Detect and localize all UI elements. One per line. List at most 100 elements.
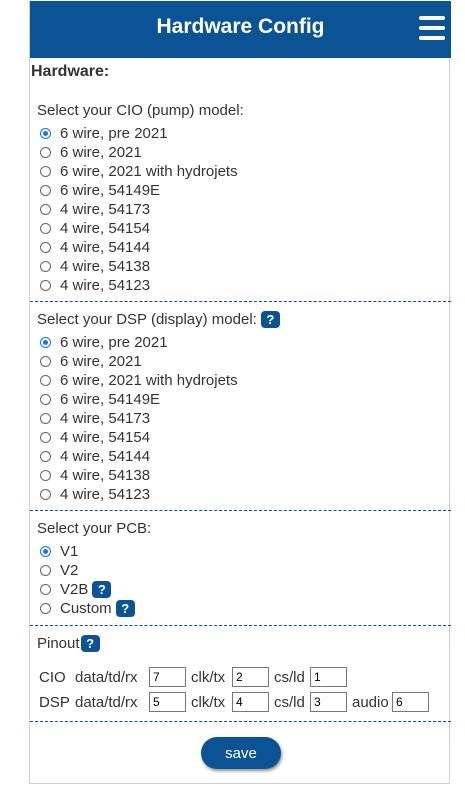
dsp-audio-pin-input[interactable]: [392, 692, 429, 712]
pcb-option-label: V2: [60, 561, 79, 579]
cio-option-label: 4 wire, 54154: [60, 219, 151, 237]
cio-option[interactable]: 4 wire, 54154: [40, 219, 150, 237]
cio-option[interactable]: 6 wire, 2021 with hydrojets: [40, 162, 238, 180]
radio-button[interactable]: [40, 564, 51, 576]
dsp-option[interactable]: 6 wire, 2021 with hydrojets: [40, 371, 238, 389]
dsp-clk-pin-input[interactable]: [232, 692, 269, 712]
cio-option-label: 6 wire, 2021 with hydrojets: [60, 162, 238, 180]
cio-option[interactable]: 4 wire, 54138: [40, 257, 150, 275]
dsp-option-label: 4 wire, 54154: [60, 428, 151, 446]
pcb-option-help-icon[interactable]: ?: [92, 580, 112, 598]
radio-button[interactable]: [40, 203, 51, 215]
cio-option[interactable]: 6 wire, pre 2021: [40, 124, 168, 142]
dsp-pinout-name: DSP: [39, 694, 70, 711]
dsp-option[interactable]: 6 wire, 54149E: [40, 390, 160, 408]
dsp-option[interactable]: 4 wire, 54138: [40, 466, 150, 484]
cio-option-label: 4 wire, 54123: [60, 276, 151, 294]
dsp-option-label: 6 wire, pre 2021: [60, 333, 168, 351]
page-title: Hardware Config: [156, 15, 325, 38]
cio-option-label: 6 wire, 54149E: [60, 181, 161, 199]
dsp-option-label: 6 wire, 54149E: [60, 390, 161, 408]
cio-option[interactable]: 4 wire, 54173: [40, 200, 150, 218]
dsp-option[interactable]: 4 wire, 54123: [40, 485, 150, 503]
radio-button[interactable]: [40, 165, 51, 177]
pcb-option-label: Custom: [60, 599, 112, 617]
cio-cs-label: cs/ld: [274, 669, 305, 686]
pcb-option[interactable]: V2B?: [40, 580, 112, 598]
cio-option[interactable]: 6 wire, 54149E: [40, 181, 160, 199]
radio-button[interactable]: [40, 393, 51, 405]
radio-button[interactable]: [40, 146, 51, 158]
dsp-help-icon[interactable]: ?: [260, 311, 280, 328]
pcb-option[interactable]: Custom?: [40, 599, 135, 617]
radio-button[interactable]: [40, 583, 51, 595]
pinout-help-icon[interactable]: ?: [80, 635, 100, 652]
cio-option-label: 6 wire, pre 2021: [60, 124, 168, 142]
cio-model-group: Select your CIO (pump) model: 6 wire, pr…: [30, 87, 451, 302]
dsp-option-label: 4 wire, 54123: [60, 485, 151, 503]
radio-button[interactable]: [40, 469, 51, 481]
pinout-label: Pinout?: [37, 635, 100, 652]
cio-option[interactable]: 4 wire, 54123: [40, 276, 150, 294]
cio-data-label: data/td/rx: [75, 669, 138, 686]
dsp-option[interactable]: 4 wire, 54154: [40, 428, 150, 446]
dsp-option[interactable]: 4 wire, 54144: [40, 447, 150, 465]
radio-button[interactable]: [40, 374, 51, 386]
radio-button[interactable]: [40, 222, 51, 234]
pcb-option-label: V1: [60, 542, 79, 560]
cio-option-label: 4 wire, 54173: [60, 200, 151, 218]
dsp-audio-label: audio: [352, 694, 389, 711]
dsp-option[interactable]: 6 wire, pre 2021: [40, 333, 168, 351]
radio-button[interactable]: [40, 545, 51, 557]
radio-button[interactable]: [40, 184, 51, 196]
radio-button[interactable]: [40, 279, 51, 291]
dsp-option-label: 4 wire, 54138: [60, 466, 151, 484]
cio-data-pin-input[interactable]: [149, 667, 186, 687]
cio-option[interactable]: 4 wire, 54144: [40, 238, 150, 256]
cio-model-label: Select your CIO (pump) model:: [37, 102, 244, 119]
header-bar: Hardware Config: [30, 1, 451, 58]
hamburger-menu-icon[interactable]: [419, 16, 445, 40]
pcb-option[interactable]: V2: [40, 561, 78, 579]
cio-cs-pin-input[interactable]: [310, 667, 347, 687]
cio-clk-pin-input[interactable]: [232, 667, 269, 687]
config-panel: Hardware Config Hardware: Select your CI…: [29, 1, 451, 784]
radio-button[interactable]: [40, 355, 51, 367]
dsp-model-label-text: Select your DSP (display) model:: [37, 311, 257, 328]
radio-button[interactable]: [40, 450, 51, 462]
pinout-group: Pinout? CIO data/td/rx clk/tx cs/ld DSP …: [30, 625, 451, 722]
radio-button[interactable]: [40, 602, 51, 614]
radio-button[interactable]: [40, 336, 51, 348]
cio-pinout-name: CIO: [39, 669, 66, 686]
cio-option-label: 4 wire, 54138: [60, 257, 151, 275]
pcb-label: Select your PCB:: [37, 520, 152, 537]
pinout-label-text: Pinout: [37, 635, 80, 652]
radio-button[interactable]: [40, 241, 51, 253]
radio-button[interactable]: [40, 431, 51, 443]
radio-button[interactable]: [40, 260, 51, 272]
cio-option-label: 4 wire, 54144: [60, 238, 151, 256]
pcb-option[interactable]: V1: [40, 542, 78, 560]
dsp-cs-label: cs/ld: [274, 694, 305, 711]
radio-button[interactable]: [40, 412, 51, 424]
cio-clk-label: clk/tx: [191, 669, 226, 686]
dsp-option-label: 4 wire, 54173: [60, 409, 151, 427]
dsp-option[interactable]: 6 wire, 2021: [40, 352, 142, 370]
dsp-option-label: 4 wire, 54144: [60, 447, 151, 465]
dsp-model-label: Select your DSP (display) model:?: [37, 311, 280, 328]
cio-option-label: 6 wire, 2021: [60, 143, 142, 161]
radio-button[interactable]: [40, 127, 51, 139]
save-button[interactable]: save: [201, 737, 281, 769]
radio-button[interactable]: [40, 488, 51, 500]
dsp-model-group: Select your DSP (display) model:? 6 wire…: [30, 301, 451, 511]
dsp-option[interactable]: 4 wire, 54173: [40, 409, 150, 427]
cio-option[interactable]: 6 wire, 2021: [40, 143, 142, 161]
section-title: Hardware:: [31, 63, 110, 80]
pcb-group: Select your PCB: V1 V2 V2B? Custom?: [30, 510, 451, 626]
dsp-cs-pin-input[interactable]: [310, 692, 347, 712]
dsp-data-pin-input[interactable]: [149, 692, 186, 712]
pcb-option-label: V2B: [60, 580, 89, 598]
dsp-data-label: data/td/rx: [75, 694, 138, 711]
dsp-clk-label: clk/tx: [191, 694, 226, 711]
pcb-option-help-icon[interactable]: ?: [115, 599, 135, 617]
